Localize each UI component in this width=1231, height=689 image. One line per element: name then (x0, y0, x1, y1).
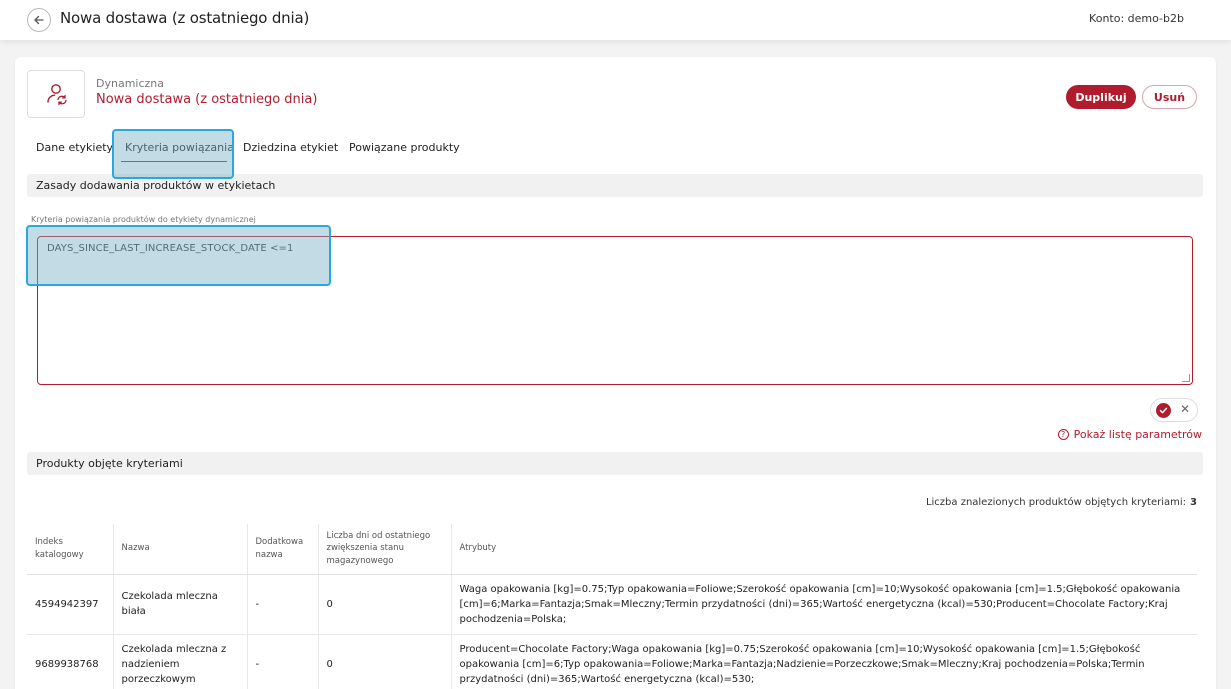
products-count-value: 3 (1190, 497, 1197, 508)
delete-button[interactable]: Usuń (1142, 85, 1197, 109)
dynamic-label-icon (27, 70, 85, 118)
page-title: Nowa dostawa (z ostatniego dnia) (60, 9, 310, 27)
duplicate-button[interactable]: Duplikuj (1066, 85, 1136, 109)
active-tab-underline (121, 161, 227, 162)
account-label: Konto: demo-b2b (1089, 12, 1184, 25)
column-header-name[interactable]: Nazwa (113, 524, 248, 575)
top-bar: Nowa dostawa (z ostatniego dnia) Konto: … (0, 0, 1231, 40)
criteria-textarea[interactable]: DAYS_SINCE_LAST_INCREASE_STOCK_DATE <=1 (37, 236, 1193, 385)
column-header-days[interactable]: Liczba dni od ostatniego zwiększenia sta… (318, 524, 452, 575)
back-button[interactable] (27, 8, 51, 32)
criteria-field-label: Kryteria powiązania produktów do etykiet… (31, 215, 256, 224)
cell-name: Czekolada mleczna biała (113, 574, 248, 635)
arrow-left-icon (34, 15, 44, 25)
rules-section-header: Zasady dodawania produktów w etykietach (27, 174, 1203, 197)
label-card: Dynamiczna Nowa dostawa (z ostatniego dn… (15, 57, 1216, 689)
info-icon: ? (1057, 429, 1069, 440)
products-table: Indeks katalogowy Nazwa Dodatkowa nazwa … (27, 524, 1197, 689)
tab-label-domain[interactable]: Dziedzina etykiet (243, 141, 338, 154)
column-header-attributes[interactable]: Atrybuty (451, 524, 1197, 575)
cell-index: 9689938768 (27, 634, 114, 689)
show-params-link[interactable]: ? Pokaż listę parametrów (1057, 428, 1202, 441)
cell-extra-name: - (247, 574, 319, 635)
cell-index: 4594942397 (27, 574, 114, 635)
criteria-actions: ✕ (1150, 398, 1198, 422)
products-section-header: Produkty objęte kryteriami (27, 452, 1203, 475)
tab-label-data[interactable]: Dane etykiety (36, 141, 113, 154)
cancel-close-icon[interactable]: ✕ (1180, 402, 1190, 416)
cell-days: 0 (318, 634, 452, 689)
products-section-title: Produkty objęte kryteriami (36, 457, 183, 470)
tab-linked-products[interactable]: Powiązane produkty (349, 141, 460, 154)
table-row[interactable]: 9689938768 Czekolada mleczna z nadzienie… (27, 634, 1197, 689)
criteria-value: DAYS_SINCE_LAST_INCREASE_STOCK_DATE <=1 (47, 243, 294, 254)
cell-attributes: Waga opakowania [kg]=0.75;Typ opakowania… (451, 574, 1197, 635)
label-name: Nowa dostawa (z ostatniego dnia) (96, 92, 318, 107)
products-count: Liczba znalezionych produktów objętych k… (926, 497, 1197, 508)
cell-extra-name: - (247, 634, 319, 689)
rules-section-title: Zasady dodawania produktów w etykietach (36, 179, 276, 192)
resize-handle[interactable] (1182, 374, 1190, 382)
products-count-label: Liczba znalezionych produktów objętych k… (925, 497, 1187, 508)
column-header-extra-name[interactable]: Dodatkowa nazwa (247, 524, 319, 575)
confirm-check-icon[interactable] (1156, 403, 1171, 418)
show-params-label: Pokaż listę parametrów (1073, 428, 1202, 441)
cell-days: 0 (318, 574, 452, 635)
table-header-row: Indeks katalogowy Nazwa Dodatkowa nazwa … (27, 524, 1197, 575)
cell-attributes: Producent=Chocolate Factory;Waga opakowa… (451, 634, 1197, 689)
table-row[interactable]: 4594942397 Czekolada mleczna biała - 0 W… (27, 574, 1197, 635)
column-header-index[interactable]: Indeks katalogowy (27, 524, 114, 575)
cell-name: Czekolada mleczna z nadzieniem porzeczko… (113, 634, 248, 689)
label-type: Dynamiczna (96, 77, 164, 90)
tab-criteria[interactable]: Kryteria powiązania (125, 141, 234, 154)
